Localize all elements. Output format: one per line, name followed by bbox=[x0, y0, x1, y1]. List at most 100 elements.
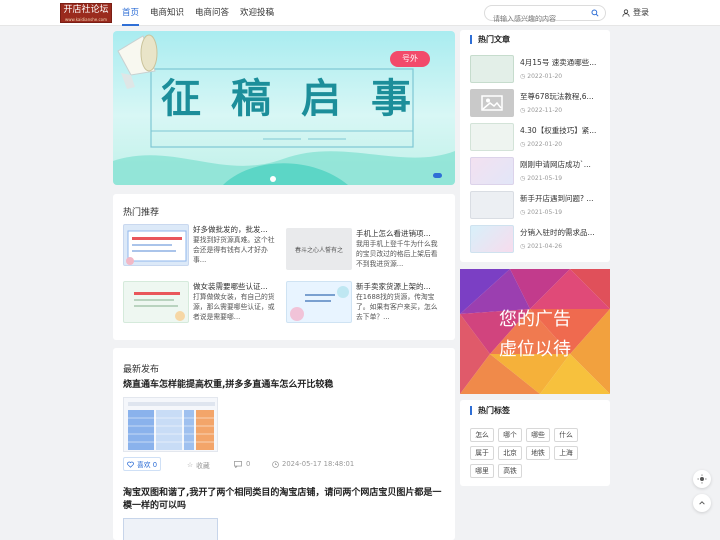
article-thumb[interactable] bbox=[123, 397, 218, 452]
back-to-top-button[interactable] bbox=[693, 494, 711, 512]
ad-line-2: 虚位以待 bbox=[499, 339, 571, 360]
tag-item[interactable]: 上海 bbox=[554, 446, 578, 460]
banner-char-3: 启 bbox=[301, 76, 341, 122]
clock-icon bbox=[272, 460, 279, 468]
hot-article-thumb bbox=[470, 225, 514, 253]
user-icon bbox=[622, 9, 630, 17]
banner-char-2: 稿 bbox=[231, 76, 271, 122]
hot-item-title[interactable]: 手机上怎么看进销项... bbox=[356, 228, 442, 239]
publish-time: 2024-05-17 18:48:01 bbox=[272, 460, 354, 468]
hot-item-desc: 在1688找的货源，传淘宝了。如果有客户来买，怎么去下单？... bbox=[356, 293, 438, 321]
hot-item-title[interactable]: 新手卖家货源上架的... bbox=[356, 281, 442, 292]
comment-count[interactable]: 0 bbox=[234, 460, 250, 468]
tag-item[interactable]: 哪些 bbox=[526, 428, 550, 442]
search-input[interactable] bbox=[485, 12, 585, 26]
hot-article-title[interactable]: 至尊678玩法教程,6... bbox=[520, 91, 602, 102]
hot-item-desc: 我用手机上登千牛为什么我的宝贝改过的格后上架后看不到我进货源... bbox=[356, 240, 438, 268]
hot-article-thumb bbox=[470, 123, 514, 151]
hot-item-title[interactable]: 好多做批发的，批发... bbox=[193, 224, 279, 235]
theme-toggle-button[interactable] bbox=[693, 470, 711, 488]
site-logo[interactable]: 开店社论坛 www.kaidianshe.com bbox=[60, 3, 112, 23]
sun-icon bbox=[697, 474, 707, 484]
hot-recommend-title: 热门推荐 bbox=[123, 208, 160, 218]
clock-icon: ◷ bbox=[520, 73, 526, 80]
tag-item[interactable]: 怎么 bbox=[470, 428, 494, 442]
hot-articles-title: 热门文章 bbox=[470, 35, 510, 44]
hot-article-date-value: 2021-04-26 bbox=[527, 243, 563, 250]
nav-ecommerce-qa[interactable]: 电商问答 bbox=[195, 0, 229, 26]
tag-item[interactable]: 哪里 bbox=[470, 464, 494, 478]
hot-recommend-item[interactable]: 好多做批发的，批发... 要找到好货源真难。这个社会还是得有钱有人才好办事... bbox=[123, 224, 275, 270]
hot-article-thumb bbox=[470, 55, 514, 83]
clock-icon: ◷ bbox=[520, 209, 526, 216]
search-icon[interactable] bbox=[591, 9, 599, 17]
hot-article-date-value: 2021-05-19 bbox=[527, 175, 563, 182]
tag-item[interactable]: 北京 bbox=[498, 446, 522, 460]
hot-article-item[interactable]: 刚刚申请网店成功`... ◷ 2021-05-19 bbox=[470, 157, 600, 187]
hot-article-item[interactable]: 分销入驻时的需求品... ◷ 2021-04-26 bbox=[470, 225, 600, 255]
hot-article-title[interactable]: 刚刚申请网店成功`... bbox=[520, 159, 602, 170]
hot-item-title[interactable]: 做女装需要哪些认证... bbox=[193, 281, 279, 292]
hot-article-thumb bbox=[470, 191, 514, 219]
hot-article-title[interactable]: 4月15号 速卖通哪些... bbox=[520, 57, 602, 68]
article-title[interactable]: 烧直通车怎样能提高权重,拼多多直通车怎么开比较稳 bbox=[123, 379, 445, 392]
tag-item[interactable]: 地铁 bbox=[526, 446, 550, 460]
hot-item-desc: 要找到好货源真难。这个社会还是得有钱有人才好办事... bbox=[193, 236, 275, 264]
hot-article-title[interactable]: 新手开店遇到问题? ... bbox=[520, 193, 602, 204]
publish-time-value: 2024-05-17 18:48:01 bbox=[282, 460, 355, 468]
hot-article-date: ◷ 2021-05-19 bbox=[520, 209, 562, 216]
logo-sub: www.kaidianshe.com bbox=[64, 17, 108, 22]
ad-banner[interactable]: 您的广告 虚位以待 bbox=[460, 269, 610, 394]
hero-banner[interactable]: 号外 征 稿 启 事 bbox=[113, 31, 455, 185]
nav-submit-post[interactable]: 欢迎投稿 bbox=[240, 0, 274, 26]
hot-item-desc: 打算做做女装，有自己的货源，那么需要哪些认证，或者说是需要哪... bbox=[193, 293, 275, 321]
hot-article-date: ◷ 2021-05-19 bbox=[520, 175, 562, 182]
hot-article-item[interactable]: 4.30【权重技巧】紧... ◷ 2022-01-20 bbox=[470, 123, 600, 153]
clock-icon: ◷ bbox=[520, 243, 526, 250]
tag-item[interactable]: 哪个 bbox=[498, 428, 522, 442]
hot-thumb-image bbox=[123, 281, 189, 323]
favorite-label: 收藏 bbox=[196, 462, 210, 470]
favorite-button[interactable]: ☆ 收藏 bbox=[187, 460, 210, 470]
hot-article-item[interactable]: 新手开店遇到问题? ... ◷ 2021-05-19 bbox=[470, 191, 600, 221]
hot-article-title[interactable]: 分销入驻时的需求品... bbox=[520, 227, 602, 238]
hot-recommend-item[interactable]: 做女装需要哪些认证... 打算做做女装，有自己的货源，那么需要哪些认证，或者说是… bbox=[123, 281, 275, 327]
chevron-up-icon bbox=[699, 501, 705, 505]
article-title[interactable]: 淘宝双图和谐了,我开了两个相同类目的淘宝店铺，请问两个网店宝贝图片都是一模一样的… bbox=[123, 487, 445, 513]
main-nav: 首页 电商知识 电商问答 欢迎投稿 bbox=[122, 0, 285, 26]
ad-background bbox=[460, 269, 610, 394]
banner-badge: 号外 bbox=[390, 51, 430, 67]
hot-article-date: ◷ 2021-04-26 bbox=[520, 243, 562, 250]
hot-article-title[interactable]: 4.30【权重技巧】紧... bbox=[520, 125, 602, 136]
banner-char-4: 事 bbox=[371, 76, 411, 122]
banner-headline: 征 稿 启 事 bbox=[161, 75, 411, 123]
hot-recommend-item[interactable]: 新手卖家货源上架的... 在1688找的货源，传淘宝了。如果有客户来买，怎么去下… bbox=[286, 281, 438, 327]
like-label: 喜欢 0 bbox=[136, 461, 158, 469]
clock-icon: ◷ bbox=[520, 175, 526, 182]
hot-article-date-value: 2022-01-20 bbox=[527, 73, 563, 80]
article-thumb[interactable] bbox=[123, 518, 218, 540]
hot-article-date-value: 2022-11-20 bbox=[527, 107, 563, 114]
hot-article-item[interactable]: 至尊678玩法教程,6... ◷ 2022-11-20 bbox=[470, 89, 600, 119]
hot-article-thumb bbox=[470, 157, 514, 185]
hot-thumb-caption: 春斗之心人誓有之 bbox=[294, 246, 343, 254]
like-button[interactable]: 喜欢 0 bbox=[123, 457, 161, 471]
login-label: 登录 bbox=[633, 8, 649, 17]
search-box bbox=[484, 5, 606, 26]
login-link[interactable]: 登录 bbox=[622, 0, 649, 26]
nav-home[interactable]: 首页 bbox=[122, 0, 140, 26]
hot-article-item[interactable]: 4月15号 速卖通哪些... ◷ 2022-01-20 bbox=[470, 55, 600, 85]
comment-icon bbox=[234, 460, 242, 468]
tag-item[interactable]: 属于 bbox=[470, 446, 494, 460]
hot-thumb-image bbox=[286, 281, 352, 323]
star-icon: ☆ bbox=[187, 461, 194, 469]
ad-line-1: 您的广告 bbox=[499, 309, 571, 330]
hot-recommend-item[interactable]: 春斗之心人誓有之 手机上怎么看进销项... 我用手机上登千牛为什么我的宝贝改过的… bbox=[286, 228, 438, 274]
tag-item[interactable]: 什么 bbox=[554, 428, 578, 442]
image-placeholder-icon bbox=[470, 89, 514, 117]
hot-article-date-value: 2021-05-19 bbox=[527, 209, 563, 216]
heart-icon bbox=[127, 461, 134, 468]
hot-article-date: ◷ 2022-01-20 bbox=[520, 73, 562, 80]
tag-item[interactable]: 高铁 bbox=[498, 464, 522, 478]
nav-ecommerce-knowledge[interactable]: 电商知识 bbox=[150, 0, 184, 26]
